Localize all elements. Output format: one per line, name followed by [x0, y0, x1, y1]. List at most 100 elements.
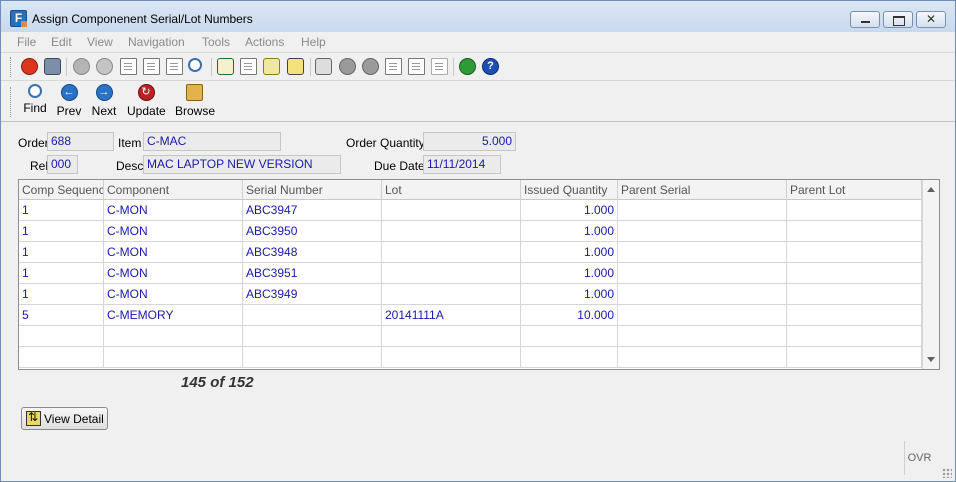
parent-serial-cell[interactable]: [618, 263, 787, 284]
due-date-field[interactable]: 11/11/2014: [423, 155, 501, 174]
doc-stack-icon[interactable]: [431, 58, 448, 75]
serial-number-cell[interactable]: [243, 305, 382, 326]
chart-icon[interactable]: [459, 58, 476, 75]
maximize-button[interactable]: [883, 11, 913, 28]
comp-sequence-cell[interactable]: [19, 347, 104, 368]
parent-lot-cell[interactable]: [787, 263, 922, 284]
serial-number-cell[interactable]: ABC3947: [243, 200, 382, 221]
notes-icon[interactable]: [217, 58, 234, 75]
issued-quantity-cell[interactable]: 1.000: [521, 242, 618, 263]
table-row[interactable]: [19, 326, 922, 347]
comp-sequence-cell[interactable]: [19, 326, 104, 347]
check-icon[interactable]: [73, 58, 90, 75]
comp-sequence-cell[interactable]: 1: [19, 263, 104, 284]
table-row[interactable]: 1 C-MON ABC3947 1.000: [19, 200, 922, 221]
parent-serial-cell[interactable]: [618, 242, 787, 263]
issued-quantity-cell[interactable]: 1.000: [521, 221, 618, 242]
serial-number-cell[interactable]: [243, 347, 382, 368]
comp-sequence-cell[interactable]: 1: [19, 242, 104, 263]
parent-serial-cell[interactable]: [618, 221, 787, 242]
resize-grip[interactable]: [942, 468, 952, 478]
serial-number-cell[interactable]: [243, 326, 382, 347]
close-button[interactable]: ✕: [916, 11, 946, 28]
menu-help[interactable]: Help: [301, 35, 326, 49]
parent-lot-cell[interactable]: [787, 347, 922, 368]
lot-cell[interactable]: 20141111A: [382, 305, 521, 326]
comp-sequence-cell[interactable]: 1: [19, 284, 104, 305]
parent-serial-cell[interactable]: [618, 284, 787, 305]
upload-icon[interactable]: [315, 58, 332, 75]
lot-cell[interactable]: [382, 347, 521, 368]
comp-sequence-cell[interactable]: 5: [19, 305, 104, 326]
parent-serial-cell[interactable]: [618, 305, 787, 326]
serial-number-cell[interactable]: ABC3949: [243, 284, 382, 305]
vertical-scrollbar[interactable]: [922, 180, 939, 369]
serial-number-cell[interactable]: ABC3948: [243, 242, 382, 263]
parent-serial-cell[interactable]: [618, 347, 787, 368]
column-lot[interactable]: Lot: [382, 180, 521, 200]
table-row[interactable]: 1 C-MON ABC3948 1.000: [19, 242, 922, 263]
update-button[interactable]: ↻ Update: [127, 84, 166, 120]
issued-quantity-cell[interactable]: [521, 347, 618, 368]
edit-icon[interactable]: [263, 58, 280, 75]
table-row[interactable]: 1 C-MON ABC3949 1.000: [19, 284, 922, 305]
table-row[interactable]: 1 C-MON ABC3950 1.000: [19, 221, 922, 242]
power-icon[interactable]: [21, 58, 38, 75]
comp-sequence-cell[interactable]: 1: [19, 200, 104, 221]
doc-in-icon[interactable]: [408, 58, 425, 75]
parent-serial-cell[interactable]: [618, 326, 787, 347]
lot-cell[interactable]: [382, 263, 521, 284]
scroll-up-icon[interactable]: [927, 187, 935, 192]
down-icon[interactable]: [339, 58, 356, 75]
parent-lot-cell[interactable]: [787, 242, 922, 263]
parent-lot-cell[interactable]: [787, 200, 922, 221]
serial-number-cell[interactable]: ABC3951: [243, 263, 382, 284]
component-cell[interactable]: C-MEMORY: [104, 305, 243, 326]
windows-icon[interactable]: [44, 58, 61, 75]
lot-cell[interactable]: [382, 200, 521, 221]
desc-field[interactable]: MAC LAPTOP NEW VERSION: [143, 155, 341, 174]
copy-icon[interactable]: [120, 58, 137, 75]
table-row[interactable]: 1 C-MON ABC3951 1.000: [19, 263, 922, 284]
view-detail-button[interactable]: View Detail: [21, 407, 108, 430]
menu-actions[interactable]: Actions: [245, 35, 284, 49]
component-cell[interactable]: C-MON: [104, 221, 243, 242]
rel-field[interactable]: 000: [47, 155, 78, 174]
component-cell[interactable]: C-MON: [104, 200, 243, 221]
paste-icon[interactable]: [143, 58, 160, 75]
menu-edit[interactable]: Edit: [51, 35, 72, 49]
parent-serial-cell[interactable]: [618, 200, 787, 221]
doc-out-icon[interactable]: [385, 58, 402, 75]
menu-file[interactable]: File: [17, 35, 36, 49]
parent-lot-cell[interactable]: [787, 326, 922, 347]
lot-cell[interactable]: [382, 284, 521, 305]
issued-quantity-cell[interactable]: 10.000: [521, 305, 618, 326]
issued-quantity-cell[interactable]: 1.000: [521, 263, 618, 284]
lot-cell[interactable]: [382, 221, 521, 242]
component-cell[interactable]: C-MON: [104, 263, 243, 284]
column-issued-quantity[interactable]: Issued Quantity: [521, 180, 618, 200]
order-quantity-field[interactable]: 5.000: [423, 132, 516, 151]
menu-view[interactable]: View: [87, 35, 113, 49]
up-icon[interactable]: [362, 58, 379, 75]
issued-quantity-cell[interactable]: 1.000: [521, 200, 618, 221]
comp-sequence-cell[interactable]: 1: [19, 221, 104, 242]
serial-number-cell[interactable]: ABC3950: [243, 221, 382, 242]
table-row[interactable]: 5 C-MEMORY 20141111A 10.000: [19, 305, 922, 326]
column-parent-serial[interactable]: Parent Serial: [618, 180, 787, 200]
serial-lot-grid[interactable]: Comp Sequence Component Serial Number Lo…: [18, 179, 940, 370]
item-field[interactable]: C-MAC: [143, 132, 281, 151]
toolbar-grip[interactable]: [10, 87, 13, 117]
prev-button[interactable]: ← Prev: [55, 84, 83, 120]
zoom-icon[interactable]: [188, 58, 202, 72]
menu-navigation[interactable]: Navigation: [128, 35, 185, 49]
doc-grid-icon[interactable]: [166, 58, 183, 75]
component-cell[interactable]: C-MON: [104, 284, 243, 305]
parent-lot-cell[interactable]: [787, 284, 922, 305]
attach-icon[interactable]: [240, 58, 257, 75]
component-cell[interactable]: C-MON: [104, 242, 243, 263]
order-field[interactable]: 688: [47, 132, 114, 151]
help-icon[interactable]: ?: [482, 58, 499, 75]
column-component[interactable]: Component: [104, 180, 243, 200]
menu-tools[interactable]: Tools: [202, 35, 230, 49]
